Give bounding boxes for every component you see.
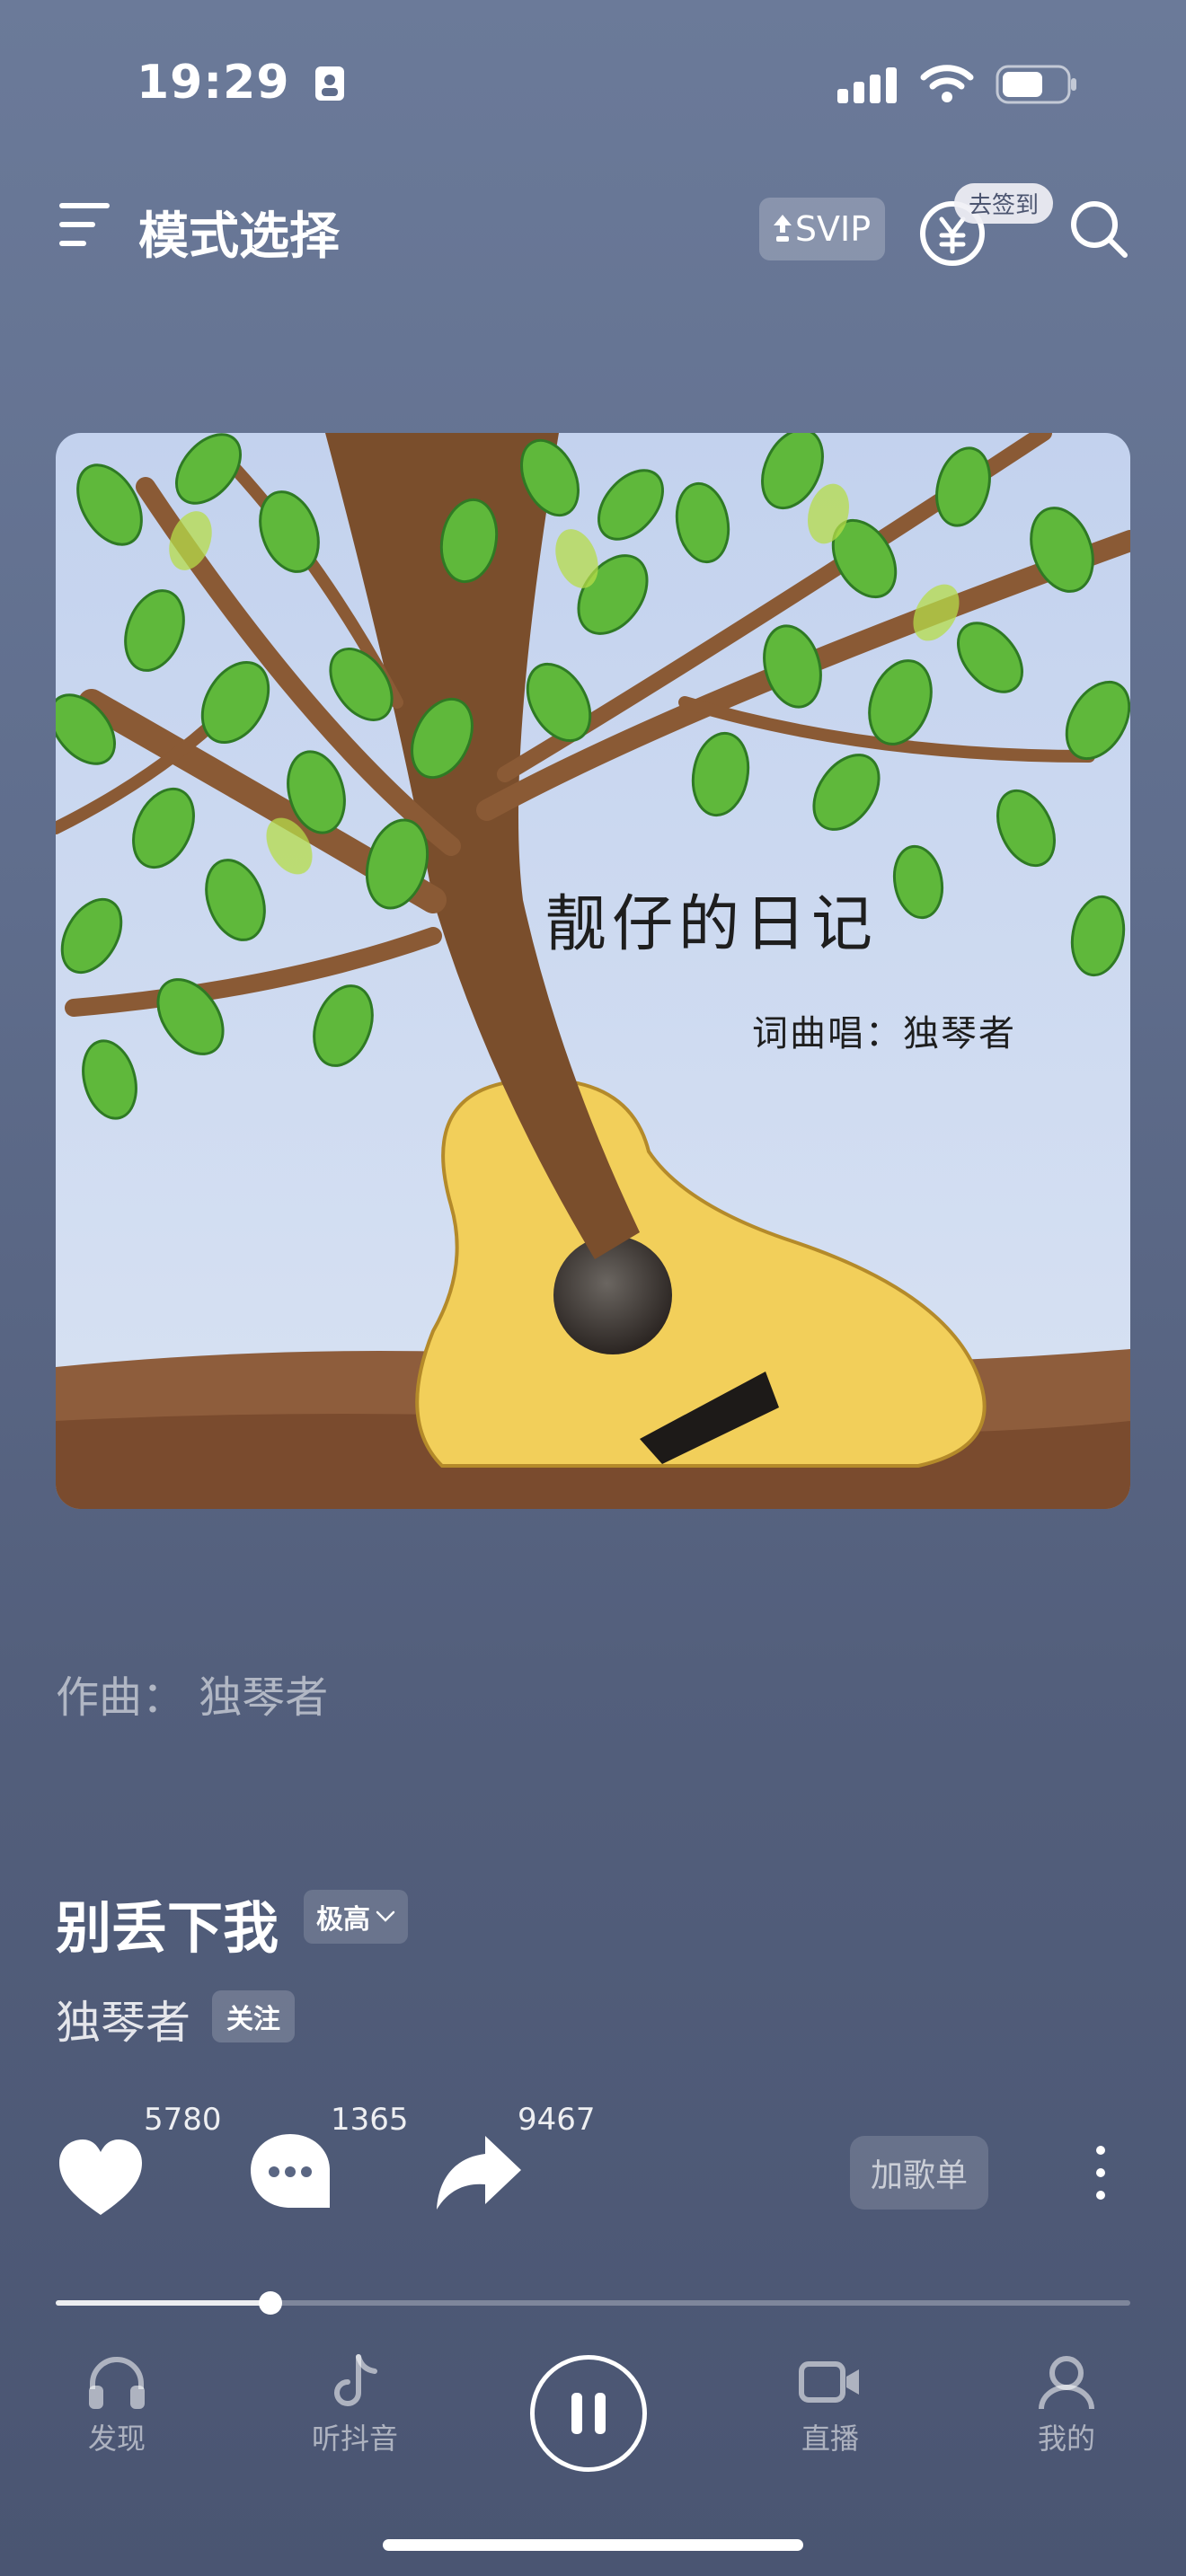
quality-label: 极高 [316, 1904, 370, 1936]
comment-button[interactable] [247, 2129, 337, 2219]
artist-name[interactable]: 独琴者 [56, 1987, 190, 2051]
nav-douyin[interactable]: 听抖音 [274, 2353, 436, 2457]
wifi-icon [920, 65, 974, 102]
status-time: 19:29 [137, 56, 345, 110]
nav-label-douyin: 听抖音 [311, 2422, 398, 2456]
status-icons [837, 65, 1078, 104]
video-camera-icon [799, 2361, 859, 2403]
share-button[interactable] [433, 2129, 523, 2219]
more-vertical-icon [1096, 2146, 1105, 2200]
checkin-badge[interactable]: 去签到 [954, 183, 1054, 224]
more-button[interactable] [1083, 2141, 1119, 2204]
battery-icon [996, 65, 1076, 104]
menu-icon [59, 203, 110, 246]
search-icon [1071, 201, 1128, 258]
comment-bubble-icon [251, 2134, 330, 2208]
add-to-playlist-button[interactable]: 加歌单 [850, 2136, 988, 2210]
cover-title-text: 靓仔的日记 [545, 889, 878, 960]
song-title: 别丢下我 [56, 1895, 279, 1961]
user-icon [1039, 2356, 1094, 2410]
album-cover-art: 靓仔的日记 词曲唱：独琴者 [56, 433, 1130, 1509]
status-time-text: 19:29 [137, 56, 290, 110]
page-title[interactable]: 模式选择 [138, 196, 340, 269]
nav-label-live: 直播 [801, 2422, 859, 2456]
heart-icon [59, 2139, 142, 2215]
pause-icon [571, 2393, 606, 2434]
cellular-signal-icon [837, 67, 897, 103]
follow-button[interactable]: 关注 [212, 1990, 295, 2042]
home-indicator[interactable] [383, 2539, 803, 2551]
chevron-down-icon [376, 1910, 395, 1922]
progress-thumb[interactable] [259, 2291, 283, 2315]
svip-button[interactable]: SVIP [759, 198, 885, 260]
search-button[interactable] [1069, 199, 1128, 259]
svip-label: SVIP [794, 209, 872, 249]
headphones-icon [89, 2357, 145, 2409]
upgrade-arrow-icon [773, 215, 792, 242]
progress-fill [56, 2300, 271, 2306]
album-cover[interactable]: 靓仔的日记 词曲唱：独琴者 [56, 433, 1130, 1509]
comment-count: 1365 [331, 2102, 409, 2138]
nav-discover[interactable]: 发现 [36, 2353, 198, 2457]
cover-credit-text: 词曲唱：独琴者 [752, 1013, 1016, 1054]
nav-mine[interactable]: 我的 [986, 2353, 1147, 2457]
nav-label-mine: 我的 [1037, 2422, 1095, 2456]
share-arrow-icon [437, 2136, 521, 2210]
id-card-icon [314, 66, 344, 101]
nav-live[interactable]: 直播 [749, 2353, 911, 2457]
tiktok-note-icon [334, 2354, 377, 2406]
like-button[interactable] [56, 2136, 146, 2226]
share-count: 9467 [518, 2102, 596, 2138]
menu-button[interactable] [59, 199, 113, 250]
like-count: 5780 [144, 2102, 222, 2138]
composer-line: 作曲： 独琴者 [56, 1672, 329, 1723]
quality-selector[interactable]: 极高 [304, 1890, 408, 1944]
nav-label-discover: 发现 [87, 2422, 146, 2456]
play-pause-button[interactable] [530, 2355, 647, 2472]
